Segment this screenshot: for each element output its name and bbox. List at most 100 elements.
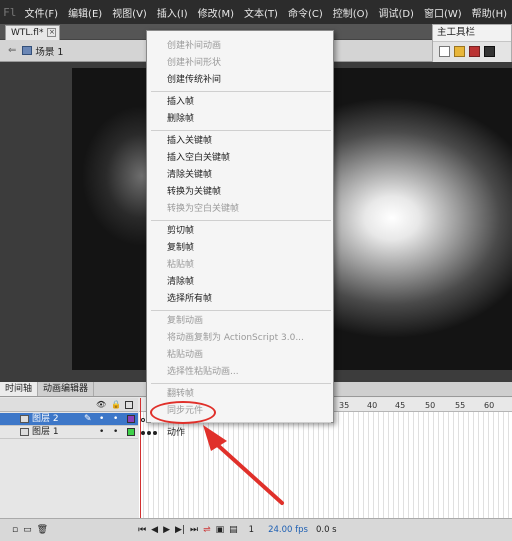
layer-name: 图层 2: [32, 414, 59, 424]
step-back-icon[interactable]: ◀: [151, 525, 158, 535]
lock-dot[interactable]: •: [113, 426, 118, 438]
menu-debug[interactable]: 调试(D): [373, 5, 419, 20]
frame-rate[interactable]: 24.00 fps: [268, 525, 308, 535]
menu-separator: [151, 383, 331, 384]
layer-row[interactable]: 图层 1 • •: [0, 426, 138, 439]
annotation-ellipse: [150, 401, 216, 424]
layer-icon: [20, 415, 29, 423]
menu-item[interactable]: 转换为关键帧: [167, 184, 221, 197]
frame-context-menu: 创建补间动画 创建补间形状 创建传统补间 插入帧删除帧插入关键帧插入空白关键帧 清除关键…: [146, 30, 334, 438]
onion-skin-icon[interactable]: ▣: [216, 525, 225, 535]
menu-insert[interactable]: 插入(I): [152, 5, 193, 20]
menu-item: 选择性粘贴动画...: [167, 367, 239, 377]
main-toolbar-panel: 主工具栏: [432, 24, 512, 64]
menu-item[interactable]: 动作: [167, 425, 185, 438]
ruler-tick: 35: [339, 401, 350, 410]
lock-icon[interactable]: 🔒: [111, 400, 121, 409]
document-tab[interactable]: WTL.fl* ×: [5, 25, 61, 40]
document-tab-label: WTL.fl*: [11, 28, 44, 38]
ruler-tick: 50: [425, 401, 436, 410]
visibility-dot[interactable]: •: [99, 413, 104, 425]
open-folder-icon[interactable]: [454, 46, 465, 57]
first-frame-icon[interactable]: ⏮: [138, 525, 146, 535]
menu-item: 创建补间形状: [167, 58, 222, 68]
menu-item: 创建补间动画: [167, 41, 222, 51]
edit-markers-icon[interactable]: ▤: [229, 525, 238, 535]
menu-item[interactable]: 删除帧: [167, 111, 194, 124]
tab-motion-editor[interactable]: 动画编辑器: [38, 382, 95, 396]
stage-glow: [72, 96, 152, 256]
outline-icon[interactable]: [125, 401, 133, 409]
menu-separator: [151, 91, 331, 92]
menu-view[interactable]: 视图(V): [107, 5, 152, 20]
menu-item[interactable]: 复制帧: [167, 240, 194, 253]
layer-color-swatch[interactable]: [127, 428, 135, 436]
ruler-tick: 60: [484, 401, 495, 410]
menu-item[interactable]: 清除关键帧: [167, 167, 212, 180]
menu-item: 翻转帧: [167, 389, 195, 399]
layer-name: 图层 1: [32, 427, 59, 437]
visibility-dot[interactable]: •: [99, 426, 104, 438]
keyframe[interactable]: [147, 431, 151, 435]
scene-label: 场景 1: [35, 46, 64, 58]
tab-timeline[interactable]: 时间轴: [0, 382, 39, 396]
new-file-icon[interactable]: [439, 46, 450, 57]
menu-item: 将动画复制为 ActionScript 3.0...: [167, 333, 304, 343]
back-arrow-icon[interactable]: ⇐: [8, 45, 16, 56]
eye-icon[interactable]: 👁: [96, 400, 106, 409]
menu-edit[interactable]: 编辑(E): [63, 5, 107, 20]
step-forward-icon[interactable]: ▶|: [175, 525, 185, 535]
keyframe[interactable]: [141, 418, 145, 422]
current-frame: 1: [248, 525, 255, 535]
menu-text[interactable]: 文本(T): [239, 5, 283, 20]
last-frame-icon[interactable]: ⏭: [190, 525, 198, 535]
layer-color-swatch[interactable]: [127, 415, 135, 423]
loop-icon[interactable]: ⇌: [203, 525, 211, 535]
menu-help[interactable]: 帮助(H): [467, 5, 512, 20]
menu-control[interactable]: 控制(O): [328, 5, 374, 20]
playhead[interactable]: [140, 398, 141, 519]
layer-row[interactable]: 图层 2 ✎ • •: [0, 413, 138, 426]
menu-separator: [151, 130, 331, 131]
timeline-footer: ▫ ▭ 🗑 ⏮ ◀ ▶ ▶| ⏭ ⇌ ▣ ▤ 1 24.00 fps 0.0 s: [0, 518, 512, 541]
new-layer-icon[interactable]: ▫: [12, 525, 18, 535]
main-toolbar-title: 主工具栏: [433, 25, 511, 42]
layer-header: 👁 🔒: [0, 398, 138, 412]
layer-icon: [20, 428, 29, 436]
menu-commands[interactable]: 命令(C): [283, 5, 328, 20]
menu-separator: [151, 310, 331, 311]
menu-separator: [151, 220, 331, 221]
menu-item[interactable]: 选择所有帧: [167, 291, 212, 304]
menu-item: 复制动画: [167, 316, 204, 326]
menu-modify[interactable]: 修改(M): [193, 5, 239, 20]
scene-icon: [22, 46, 33, 55]
menu-item: 粘贴帧: [167, 260, 195, 270]
app-logo: Fl: [3, 5, 17, 19]
close-icon[interactable]: ×: [47, 28, 57, 37]
menu-window[interactable]: 窗口(W): [419, 5, 467, 20]
ruler-tick: 40: [367, 401, 378, 410]
keyframe[interactable]: [141, 431, 145, 435]
menu-bar: Fl 文件(F) 编辑(E) 视图(V) 插入(I) 修改(M) 文本(T) 命…: [0, 0, 512, 24]
new-folder-icon[interactable]: ▭: [23, 525, 32, 535]
menu-file[interactable]: 文件(F): [20, 5, 64, 20]
bridge-icon[interactable]: [469, 46, 480, 57]
menu-item[interactable]: 创建传统补间: [167, 72, 221, 85]
pencil-icon: ✎: [84, 414, 92, 424]
lock-dot[interactable]: •: [113, 413, 118, 425]
menu-item[interactable]: 插入关键帧: [167, 133, 212, 146]
menu-item[interactable]: 清除帧: [167, 274, 194, 287]
menu-item: 粘贴动画: [167, 350, 204, 360]
delete-icon[interactable]: 🗑: [37, 525, 48, 535]
play-icon[interactable]: ▶: [163, 525, 170, 535]
ruler-tick: 55: [455, 401, 466, 410]
menu-item[interactable]: 剪切帧: [167, 223, 194, 236]
ruler-tick: 45: [395, 401, 406, 410]
elapsed-time: 0.0 s: [315, 525, 337, 535]
menu-item[interactable]: 插入帧: [167, 94, 194, 107]
scene-breadcrumb[interactable]: 场景 1: [22, 44, 63, 58]
keyframe[interactable]: [153, 431, 157, 435]
menu-item: 转换为空白关键帧: [167, 204, 240, 214]
save-icon[interactable]: [484, 46, 495, 57]
menu-item[interactable]: 插入空白关键帧: [167, 150, 230, 163]
